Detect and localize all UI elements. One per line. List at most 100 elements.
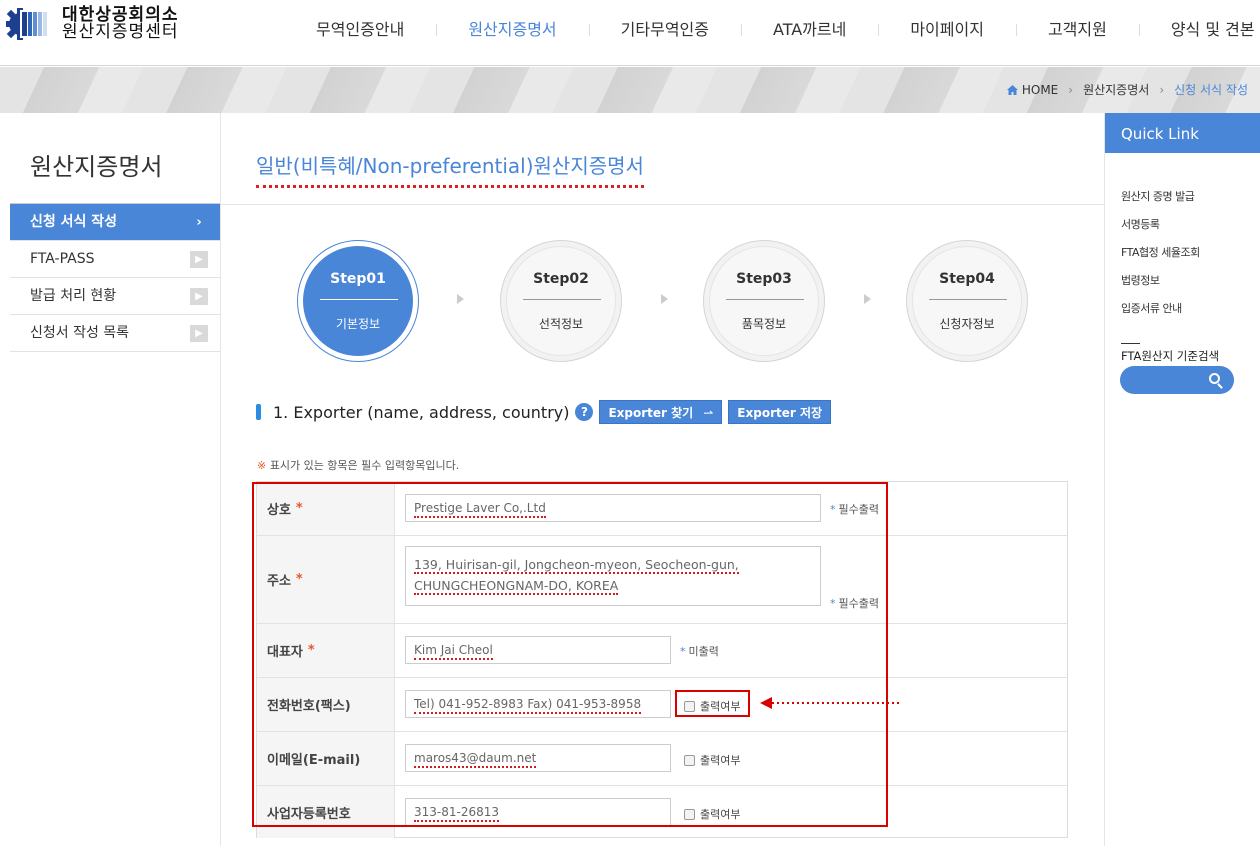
quick-link-signature[interactable]: 서명등록 xyxy=(1105,211,1260,239)
breadcrumb-current[interactable]: 신청 서식 작성 xyxy=(1174,81,1248,98)
logo-line2: 원산지증명센터 xyxy=(62,22,179,42)
form-row-ceo: 대표자 * Kim Jai Cheol * 미출력 xyxy=(257,624,1067,678)
quick-link-issue[interactable]: 원산지 증명 발급 xyxy=(1105,183,1260,211)
quick-link-panel: Quick Link 원산지 증명 발급 서명등록 FTA협정 세율조회 법령정… xyxy=(1104,113,1260,846)
required-star: * xyxy=(307,643,315,658)
phone-label: 전화번호(팩스) xyxy=(257,678,395,731)
note-text: 표시가 있는 항목은 필수 입력항목입니다. xyxy=(269,459,460,472)
step-name: 신청자정보 xyxy=(939,317,995,331)
step-circle: Step03 품목정보 xyxy=(709,246,819,356)
required-star: * xyxy=(295,501,303,516)
help-icon[interactable]: ? xyxy=(575,403,594,421)
chevron-right-icon: › xyxy=(196,215,202,230)
ceo-note-text: 미출력 xyxy=(688,645,719,658)
sidebar-item-label: 신청 서식 작성 xyxy=(30,214,118,230)
nav-other-trade-cert[interactable]: 기타무역인증 xyxy=(588,18,741,42)
nav-forms-samples[interactable]: 양식 및 견본 xyxy=(1138,18,1260,42)
chevron-right-icon: › xyxy=(1068,82,1074,97)
step-divider xyxy=(929,299,1007,300)
breadcrumb-level1[interactable]: 원산지증명서 xyxy=(1083,81,1149,98)
quick-link-fta-tariff[interactable]: FTA협정 세율조회 xyxy=(1105,239,1260,267)
sidebar-item-apply-form[interactable]: 신청 서식 작성 › xyxy=(10,204,220,241)
form-row-address: 주소 * 139, Huirisan-gil, Jongcheon-myeon, … xyxy=(257,536,1067,624)
quick-link-documents[interactable]: 입증서류 안내 xyxy=(1105,295,1260,323)
sidebar-item-fta-pass[interactable]: FTA-PASS ▶ xyxy=(10,241,220,278)
ceo-value: Kim Jai Cheol xyxy=(414,643,493,660)
quick-link-law[interactable]: 법령정보 xyxy=(1105,267,1260,295)
title-divider xyxy=(221,204,1104,205)
section-title: 1. Exporter (name, address, country) xyxy=(273,402,570,422)
main-nav: 무역인증안내 원산지증명서 기타무역인증 ATA까르네 마이페이지 고객지원 양… xyxy=(284,18,1260,42)
arrow-right-icon: ⇀ xyxy=(703,406,714,420)
logo[interactable]: 대한상공회의소 원산지증명센터 xyxy=(6,6,178,42)
address-field[interactable]: 139, Huirisan-gil, Jongcheon-myeon, Seoc… xyxy=(405,546,821,606)
required-star: * xyxy=(295,572,303,587)
left-sidebar: 원산지증명서 신청 서식 작성 › FTA-PASS ▶ 발급 처리 현황 ▶ … xyxy=(10,113,220,846)
step-number: Step02 xyxy=(533,271,589,287)
find-exporter-button[interactable]: Exporter 찾기 ⇀ xyxy=(599,400,723,424)
step-4: Step04 신청자정보 xyxy=(906,240,1028,362)
phone-field[interactable]: Tel) 041-952-8983 Fax) 041-953-8958 xyxy=(405,690,671,718)
step-number: Step03 xyxy=(736,271,792,287)
breadcrumb-home[interactable]: HOME xyxy=(1006,82,1059,97)
find-exporter-label: Exporter 찾기 xyxy=(608,406,694,420)
fta-search-button[interactable] xyxy=(1120,366,1234,394)
note-star: * xyxy=(680,645,686,658)
company-note: * 필수출력 xyxy=(830,501,879,517)
sidebar-item-application-list[interactable]: 신청서 작성 목록 ▶ xyxy=(10,315,220,352)
note-mark: ※ xyxy=(257,459,267,472)
step-number: Step01 xyxy=(330,271,386,287)
ceo-note: * 미출력 xyxy=(680,643,719,659)
address-label-text: 주소 xyxy=(267,574,291,589)
note-star: * xyxy=(830,503,836,516)
form-row-bizno: 사업자등록번호 313-81-26813 출력여부 xyxy=(257,786,1067,838)
step-2: Step02 선적정보 xyxy=(500,240,622,362)
sidebar-divider xyxy=(220,113,221,846)
nav-certificate-of-origin[interactable]: 원산지증명서 xyxy=(436,18,588,42)
nav-trade-cert-guide[interactable]: 무역인증안내 xyxy=(284,18,436,42)
email-field[interactable]: maros43@daum.net xyxy=(405,744,671,772)
nav-mypage[interactable]: 마이페이지 xyxy=(878,18,1016,42)
site-header: 대한상공회의소 원산지증명센터 무역인증안내 원산지증명서 기타무역인증 ATA… xyxy=(0,0,1260,66)
ceo-label: 대표자 * xyxy=(257,624,395,677)
step-number: Step04 xyxy=(939,271,995,287)
step-circle: Step01 기본정보 xyxy=(303,246,413,356)
phone-print-checkbox[interactable]: 출력여부 xyxy=(684,698,740,714)
company-label: 상호 * xyxy=(257,482,395,535)
step-divider xyxy=(726,299,804,300)
sidebar-item-label: 발급 처리 현황 xyxy=(30,288,117,304)
bizno-check-label: 출력여부 xyxy=(700,808,741,821)
form-row-company: 상호 * Prestige Laver Co,.Ltd * 필수출력 xyxy=(257,482,1067,536)
chevron-right-icon: › xyxy=(1159,82,1165,97)
nav-customer-support[interactable]: 고객지원 xyxy=(1015,18,1139,42)
step-name: 선적정보 xyxy=(538,317,584,331)
checkbox-icon xyxy=(684,808,695,820)
search-icon xyxy=(1209,373,1220,384)
checkbox-icon xyxy=(684,754,695,766)
sidebar-item-issue-status[interactable]: 발급 처리 현황 ▶ xyxy=(10,278,220,315)
sidebar-item-label: 신청서 작성 목록 xyxy=(30,325,130,341)
step-circle: Step04 신청자정보 xyxy=(912,246,1022,356)
bizno-field[interactable]: 313-81-26813 xyxy=(405,798,671,826)
annotation-arrow-icon xyxy=(760,697,902,709)
chevron-right-icon: ▶ xyxy=(190,325,208,342)
ceo-label-text: 대표자 xyxy=(267,645,303,660)
address-label: 주소 * xyxy=(257,536,395,623)
company-label-text: 상호 xyxy=(267,503,291,518)
company-value: Prestige Laver Co,.Ltd xyxy=(414,501,546,518)
breadcrumb-home-label: HOME xyxy=(1021,82,1059,97)
nav-ata-carnet[interactable]: ATA까르네 xyxy=(740,18,878,42)
sidebar-item-label: FTA-PASS xyxy=(30,251,95,267)
ceo-field[interactable]: Kim Jai Cheol xyxy=(405,636,671,664)
exporter-form: 상호 * Prestige Laver Co,.Ltd * 필수출력 주소 * 139… xyxy=(256,481,1068,838)
page-title: 일반(비특혜/Non-preferential)원산지증명서 xyxy=(256,150,644,188)
step-3: Step03 품목정보 xyxy=(703,240,825,362)
step-1: Step01 기본정보 xyxy=(297,240,419,362)
bizno-print-checkbox[interactable]: 출력여부 xyxy=(684,806,740,822)
bizno-value: 313-81-26813 xyxy=(414,805,500,822)
email-print-checkbox[interactable]: 출력여부 xyxy=(684,752,740,768)
company-field[interactable]: Prestige Laver Co,.Ltd xyxy=(405,494,821,522)
step-divider xyxy=(320,299,398,300)
email-value: maros43@daum.net xyxy=(414,751,537,768)
save-exporter-button[interactable]: Exporter 저장 xyxy=(728,400,832,424)
